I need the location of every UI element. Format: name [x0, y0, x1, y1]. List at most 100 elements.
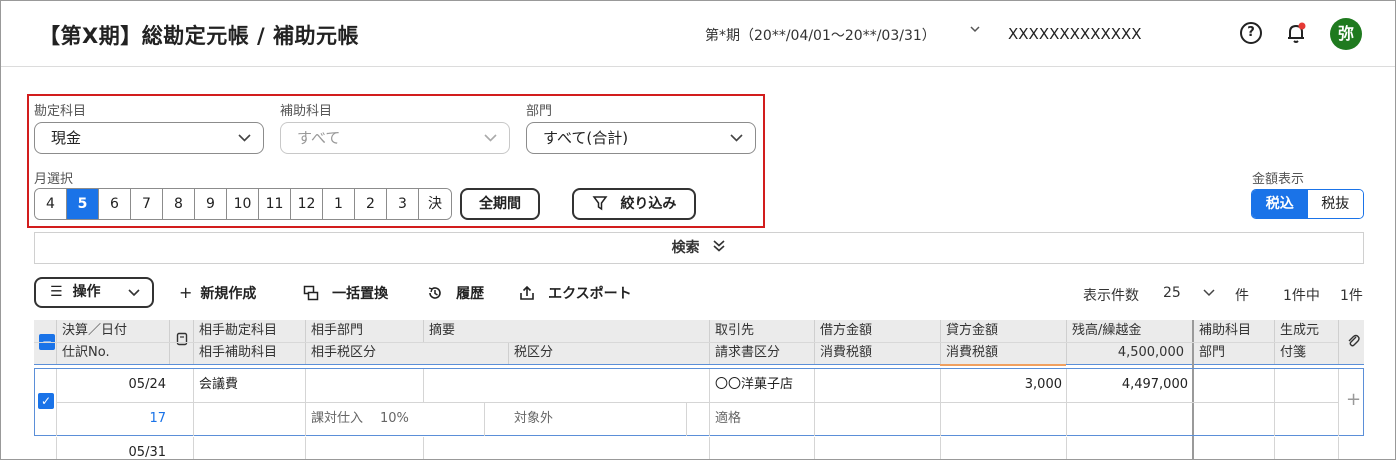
col-sep — [709, 369, 710, 436]
memo-icon — [172, 332, 188, 354]
header-counter-department[interactable]: 相手部門 — [305, 320, 363, 342]
header-note[interactable]: 付箋 — [1274, 342, 1306, 364]
all-period-button[interactable]: 全期間 — [460, 188, 540, 220]
month-button[interactable]: 8 — [163, 189, 195, 219]
company-name[interactable]: XXXXXXXXXXXXX — [1008, 25, 1142, 43]
header-balance[interactable]: 残高/繰越金 — [1066, 320, 1141, 342]
col-sep — [305, 369, 306, 436]
page-title: 【第X期】総勘定元帳 / 補助元帳 — [39, 24, 359, 48]
display-count-label: 表示件数 — [1083, 288, 1139, 304]
tax-in-button[interactable]: 税込 — [1252, 190, 1308, 218]
new-button[interactable]: + 新規作成 — [179, 283, 256, 303]
col-sep — [56, 437, 57, 459]
help-icon[interactable]: ? — [1240, 22, 1262, 44]
tax-out-button[interactable]: 税抜 — [1307, 190, 1363, 218]
col-sep — [814, 437, 815, 459]
credit-tax-underline — [940, 364, 1066, 366]
chevron-down-icon[interactable] — [969, 23, 981, 39]
new-label: 新規作成 — [200, 286, 257, 302]
display-count-select[interactable]: 25 — [1163, 285, 1181, 301]
total-count: 1件中 — [1283, 288, 1320, 304]
filter-icon — [592, 196, 621, 212]
header-voucher[interactable]: 仕訳No. — [56, 342, 110, 364]
month-button[interactable]: 6 — [99, 189, 131, 219]
col-sep — [686, 403, 687, 436]
header-department[interactable]: 部門 — [1193, 342, 1225, 364]
header: 【第X期】総勘定元帳 / 補助元帳 第*期（20**/04/01〜20**/03… — [1, 1, 1395, 67]
sub-account-select[interactable]: すべて — [280, 122, 510, 154]
account-select[interactable]: 現金 — [34, 122, 264, 154]
add-row-icon[interactable]: + — [1346, 385, 1361, 415]
header-credit[interactable]: 貸方金額 — [940, 320, 998, 342]
department-select[interactable]: すべて(合計) — [526, 122, 756, 154]
col-sep — [1274, 437, 1275, 459]
shown-count: 1件 — [1340, 288, 1363, 304]
narrow-button[interactable]: 絞り込み — [572, 188, 696, 220]
avatar[interactable]: 弥 — [1330, 18, 1362, 50]
col-sep — [1338, 320, 1339, 364]
account-value: 現金 — [51, 129, 82, 147]
month-button[interactable]: 11 — [259, 189, 291, 219]
paperclip-icon[interactable] — [1340, 332, 1360, 356]
month-button[interactable]: 1 — [323, 189, 355, 219]
header-debit[interactable]: 借方金額 — [814, 320, 872, 342]
header-sub-account[interactable]: 補助科目 — [1193, 320, 1251, 342]
month-button[interactable]: 7 — [131, 189, 163, 219]
month-button[interactable]: 12 — [291, 189, 323, 219]
header-row-sep — [34, 342, 1338, 343]
header-debit-tax[interactable]: 消費税額 — [814, 342, 872, 364]
header-partner[interactable]: 取引先 — [709, 320, 754, 342]
col-sep — [484, 403, 485, 436]
chevron-down-icon[interactable] — [1203, 283, 1215, 305]
operation-button[interactable]: ☰ 操作 — [34, 277, 154, 308]
month-button[interactable]: 10 — [227, 189, 259, 219]
month-button[interactable]: 4 — [35, 189, 67, 219]
menu-icon: ☰ — [50, 284, 63, 300]
app-window: 【第X期】総勘定元帳 / 補助元帳 第*期（20**/04/01〜20**/03… — [0, 0, 1396, 460]
bulk-replace-button[interactable]: 一括置換 — [303, 283, 388, 303]
col-sep — [1338, 369, 1339, 436]
month-label: 月選択 — [34, 172, 74, 187]
month-button[interactable]: 9 — [195, 189, 227, 219]
header-counter-sub[interactable]: 相手補助科目 — [193, 342, 277, 364]
col-sep — [423, 437, 424, 459]
row-checkbox[interactable]: ✓ — [38, 393, 54, 409]
history-button[interactable]: 履歴 — [427, 283, 484, 303]
col-sep — [814, 369, 815, 436]
history-icon — [427, 283, 448, 302]
month-button[interactable]: 2 — [355, 189, 387, 219]
month-selector: 4 5 6 7 8 9 10 11 12 1 2 3 決 — [34, 188, 452, 220]
col-sep — [940, 437, 941, 459]
display-count-unit: 件 — [1235, 288, 1249, 304]
col-sep — [1338, 437, 1339, 459]
header-origin[interactable]: 生成元 — [1274, 320, 1319, 342]
row-voucher-link[interactable]: 17 — [56, 404, 166, 434]
header-summary[interactable]: 摘要 — [423, 320, 455, 342]
month-button[interactable]: 決 — [419, 189, 451, 219]
double-chevron-down-icon — [704, 240, 726, 256]
month-button[interactable]: 5 — [67, 189, 99, 219]
col-sep — [305, 437, 306, 459]
export-button[interactable]: エクスポート — [519, 283, 632, 303]
header-credit-tax[interactable]: 消費税額 — [940, 342, 998, 364]
header-tax[interactable]: 税区分 — [508, 342, 553, 364]
bell-icon[interactable] — [1284, 21, 1308, 45]
col-sep — [193, 437, 194, 459]
chevron-down-icon — [484, 123, 497, 165]
header-date[interactable]: 決算／日付 — [56, 320, 127, 342]
row-balance: 4,497,000 — [1121, 377, 1188, 392]
period-selector[interactable]: 第*期（20**/04/01〜20**/03/31） — [705, 25, 936, 45]
header-counter-account[interactable]: 相手勘定科目 — [193, 320, 277, 342]
header-counter-tax[interactable]: 相手税区分 — [305, 342, 376, 364]
row-date: 05/24 — [128, 377, 166, 392]
header-carry-forward: 4,500,000 — [1117, 345, 1184, 360]
row-partner: 〇〇洋菓子店 — [715, 377, 794, 392]
header-invoice[interactable]: 請求書区分 — [709, 342, 780, 364]
search-toggle[interactable]: 検索 — [34, 232, 1364, 264]
col-sep — [1066, 437, 1067, 459]
row-tax: 対象外 — [514, 411, 554, 426]
month-button[interactable]: 3 — [387, 189, 419, 219]
tax-toggle: 税込 税抜 — [1251, 189, 1364, 219]
row-credit: 3,000 — [1024, 377, 1062, 392]
col-sep — [193, 369, 194, 436]
